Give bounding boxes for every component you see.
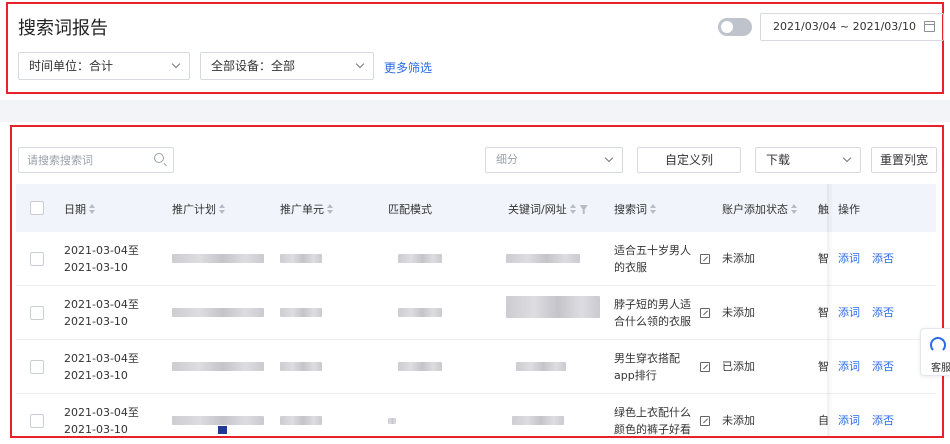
select-all-checkbox[interactable]	[30, 201, 44, 215]
search-term-cell: 脖子短的男人适合什么领的衣服	[614, 298, 691, 328]
search-icon	[154, 153, 164, 163]
column-header-plan[interactable]: 推广计划	[172, 201, 225, 217]
report-header-panel: 搜索词报告 2021/03/04 ~ 2021/03/10 时间单位：合计 全部…	[6, 2, 944, 94]
edit-icon[interactable]	[700, 308, 710, 318]
date-cell: 2021-03-04至2021-03-10	[64, 298, 139, 328]
search-input[interactable]	[18, 147, 174, 173]
edit-icon[interactable]	[700, 254, 710, 264]
table-header: 日期 推广计划 推广单元 匹配模式 关键词/网址 搜索词 账户添加状态 触 操作	[16, 184, 936, 232]
date-cell: 2021-03-04至2021-03-10	[64, 406, 139, 436]
table-row: 2021-03-04至2021-03-10 绿色上衣配什么颜色的裤子好看 未添加…	[16, 394, 936, 436]
customer-service-label: 客服	[931, 363, 950, 374]
chevron-down-icon	[171, 59, 181, 69]
column-header-unit[interactable]: 推广单元	[280, 201, 333, 217]
selection-marker	[218, 426, 227, 434]
reset-width-button[interactable]: 重置列宽	[871, 147, 937, 173]
add-negative-link[interactable]: 添否	[872, 250, 894, 266]
breakdown-placeholder: 细分	[496, 153, 518, 166]
redacted-match-mode	[398, 254, 442, 263]
report-table-panel: 细分 自定义列 下载 重置列宽 日期 推广计划 推广单元 匹配模式 关键词/网址…	[10, 125, 944, 438]
column-header-add-status[interactable]: 账户添加状态	[722, 201, 797, 217]
sort-icon	[650, 204, 656, 214]
search-term-cell: 绿色上衣配什么颜色的裤子好看	[614, 406, 691, 436]
redacted-plan	[172, 416, 264, 425]
column-header-keyword-url[interactable]: 关键词/网址	[508, 201, 588, 217]
redacted-match-mode	[398, 308, 442, 317]
add-word-link[interactable]: 添词	[838, 250, 860, 266]
row-checkbox[interactable]	[30, 306, 44, 320]
row-checkbox[interactable]	[30, 360, 44, 374]
row-checkbox[interactable]	[30, 414, 44, 428]
redacted-unit	[280, 362, 322, 371]
column-header-date[interactable]: 日期	[64, 201, 95, 217]
date-range-picker[interactable]: 2021/03/04 ~ 2021/03/10	[760, 13, 944, 41]
table-row: 2021-03-04至2021-03-10 适合五十岁男人的衣服 未添加 智 添…	[16, 232, 936, 286]
redacted-plan	[172, 254, 264, 263]
page-title: 搜索词报告	[18, 18, 108, 39]
sticky-column-shadow	[827, 184, 833, 436]
chevron-down-icon	[355, 59, 365, 69]
column-header-actions: 操作	[838, 203, 860, 216]
row-checkbox[interactable]	[30, 252, 44, 266]
sort-icon	[327, 204, 333, 214]
add-negative-link[interactable]: 添否	[872, 358, 894, 374]
date-cell: 2021-03-04至2021-03-10	[64, 244, 139, 274]
add-word-link[interactable]: 添词	[838, 358, 860, 374]
redacted-keyword	[516, 362, 566, 371]
add-word-link[interactable]: 添词	[838, 304, 860, 320]
sort-icon	[219, 204, 225, 214]
redacted-keyword	[512, 416, 564, 425]
add-negative-link[interactable]: 添否	[872, 304, 894, 320]
table-row: 2021-03-04至2021-03-10 脖子短的男人适合什么领的衣服 未添加…	[16, 286, 936, 340]
edit-icon[interactable]	[700, 362, 710, 372]
date-cell: 2021-03-04至2021-03-10	[64, 352, 139, 382]
add-status-cell: 未添加	[722, 306, 755, 319]
device-select[interactable]: 全部设备：全部	[200, 52, 374, 80]
redacted-unit	[280, 416, 322, 425]
add-status-cell: 未添加	[722, 252, 755, 265]
add-status-cell: 未添加	[722, 414, 755, 427]
table-row: 2021-03-04至2021-03-10 男生穿衣搭配app排行 已添加 智 …	[16, 340, 936, 394]
breakdown-select[interactable]: 细分	[485, 147, 623, 173]
toggle-knob	[721, 21, 733, 33]
redacted-keyword	[506, 254, 580, 263]
date-range-text: 2021/03/04 ~ 2021/03/10	[773, 20, 917, 33]
time-unit-value: 时间单位：合计	[29, 59, 114, 73]
redacted-plan	[172, 362, 264, 371]
download-select[interactable]: 下载	[755, 147, 861, 173]
column-header-match-mode: 匹配模式	[388, 203, 432, 216]
redacted-unit	[280, 308, 322, 317]
edit-icon[interactable]	[700, 416, 710, 426]
sort-icon	[89, 204, 95, 214]
search-term-cell: 适合五十岁男人的衣服	[614, 244, 691, 274]
add-status-cell: 已添加	[722, 360, 755, 373]
more-filters-link[interactable]: 更多筛选	[384, 59, 432, 76]
custom-columns-button[interactable]: 自定义列	[637, 147, 741, 173]
redacted-plan	[172, 308, 264, 317]
add-word-link[interactable]: 添词	[838, 412, 860, 428]
redacted-keyword	[506, 296, 600, 318]
redacted-match-mode	[398, 362, 442, 371]
sort-icon	[569, 204, 576, 214]
toggle-switch[interactable]	[718, 18, 752, 36]
time-unit-select[interactable]: 时间单位：合计	[18, 52, 190, 80]
chevron-down-icon	[604, 153, 614, 163]
add-negative-link[interactable]: 添否	[872, 412, 894, 428]
chevron-down-icon	[842, 153, 852, 163]
customer-service-button[interactable]: 客服	[920, 328, 950, 376]
search-term-cell: 男生穿衣搭配app排行	[614, 352, 680, 382]
section-divider	[0, 100, 950, 122]
sort-icon	[791, 204, 797, 214]
filter-icon[interactable]	[579, 205, 588, 214]
calendar-icon	[924, 21, 935, 32]
redacted-match-mode	[388, 418, 396, 424]
device-value: 全部设备：全部	[211, 59, 296, 73]
redacted-unit	[280, 254, 322, 263]
headset-icon	[930, 337, 946, 353]
column-header-search-term[interactable]: 搜索词	[614, 201, 656, 217]
download-label: 下载	[766, 153, 791, 167]
